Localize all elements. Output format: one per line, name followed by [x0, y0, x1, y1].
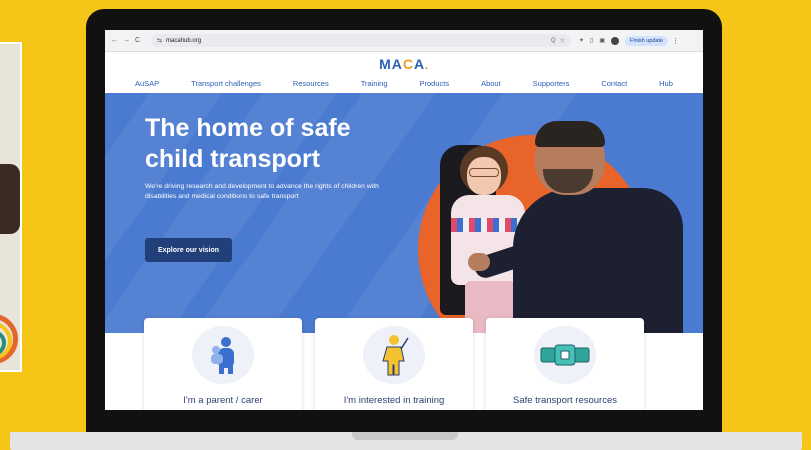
adult-hand	[468, 253, 490, 271]
browser-nav: ← → C	[105, 37, 149, 44]
card-training[interactable]: I'm interested in training	[315, 318, 473, 410]
training-icon	[363, 326, 425, 384]
extension-icon[interactable]: ✦	[579, 37, 584, 44]
background-photo-card	[0, 42, 22, 372]
url-text: macahub.org	[166, 37, 202, 44]
laptop-notch	[352, 432, 458, 440]
browser-menu-icon[interactable]: ⋮	[672, 37, 679, 45]
zoom-icon[interactable]: Q	[551, 38, 556, 44]
card-title: I'm a parent / carer	[183, 395, 263, 406]
parent-carer-icon	[192, 326, 254, 384]
nav-products[interactable]: Products	[420, 79, 450, 88]
address-bar[interactable]: ⇆ macahub.org Q ☆	[151, 34, 571, 47]
nav-resources[interactable]: Resources	[293, 79, 329, 88]
photo-person	[0, 164, 20, 234]
child-glasses	[469, 168, 499, 177]
nav-ausap[interactable]: AuSAP	[135, 79, 159, 88]
seatbelt-icon	[534, 326, 596, 384]
audience-cards: I'm a parent / carer I'm interested in t…	[105, 318, 703, 410]
site-header: MACA.	[105, 52, 703, 72]
reload-icon[interactable]: C	[135, 37, 140, 44]
hero-description: We're driving research and development t…	[145, 183, 379, 200]
forward-icon[interactable]: →	[123, 37, 130, 44]
main-nav: AuSAP Transport challenges Resources Tra…	[105, 72, 703, 94]
sweater-pattern	[451, 218, 525, 232]
back-icon[interactable]: ←	[111, 37, 118, 44]
nav-transport-challenges[interactable]: Transport challenges	[191, 79, 261, 88]
laptop-screen: ← → C ⇆ macahub.org Q ☆ ✦ ▯ ▣ Finish upd…	[105, 30, 703, 410]
site-settings-icon[interactable]: ⇆	[157, 37, 162, 44]
hero-title: The home of safe child transport	[145, 114, 351, 173]
nav-training[interactable]: Training	[361, 79, 388, 88]
hero-banner: The home of safe child transport We're d…	[105, 93, 703, 333]
explore-vision-button[interactable]: Explore our vision	[145, 238, 232, 262]
puzzle-icon[interactable]: ▯	[590, 37, 593, 44]
nav-hub[interactable]: Hub	[659, 79, 673, 88]
maca-logo[interactable]: MACA.	[379, 56, 429, 72]
profile-avatar[interactable]	[611, 36, 620, 45]
card-title: Safe transport resources	[512, 395, 618, 406]
sidepanel-icon[interactable]: ▣	[599, 37, 605, 44]
browser-toolbar: ← → C ⇆ macahub.org Q ☆ ✦ ▯ ▣ Finish upd…	[105, 30, 703, 52]
nav-supporters[interactable]: Supporters	[533, 79, 570, 88]
card-safe-transport-resources[interactable]: Safe transport resources	[486, 318, 644, 410]
nav-contact[interactable]: Contact	[601, 79, 627, 88]
finish-update-button[interactable]: Finish update	[625, 35, 669, 46]
card-title: I'm interested in training	[343, 395, 445, 406]
nav-about[interactable]: About	[481, 79, 501, 88]
bookmark-star-icon[interactable]: ☆	[560, 37, 565, 44]
extensions-area: ✦ ▯ ▣	[579, 36, 620, 45]
card-parent-carer[interactable]: I'm a parent / carer	[144, 318, 302, 410]
adult-hair	[535, 121, 605, 147]
